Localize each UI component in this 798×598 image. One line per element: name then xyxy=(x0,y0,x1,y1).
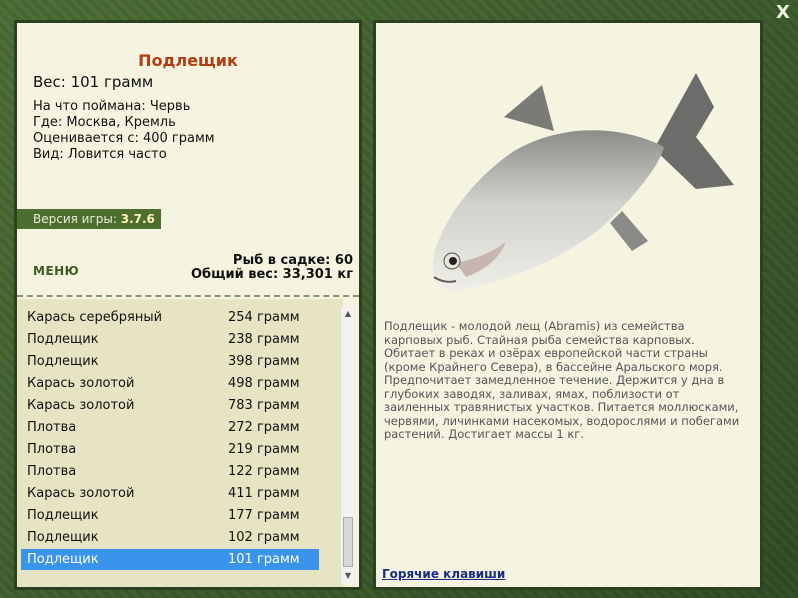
fish-description: Подлещик - молодой лещ (Abramis) из семе… xyxy=(384,319,740,441)
catch-row[interactable]: Плотва 219 грамм xyxy=(21,439,319,460)
version-value: 3.7.6 xyxy=(120,212,155,226)
catch-list: Карась серебряный 254 грамм Подлещик 238 гр… xyxy=(17,299,343,587)
scrollbar[interactable]: ▲ ▼ xyxy=(340,307,355,583)
catch-row[interactable]: Карась золотой 411 грамм xyxy=(21,483,319,504)
catch-name: Карась золотой xyxy=(27,486,135,501)
fish-count: Рыб в садке: 60 xyxy=(232,253,353,268)
scroll-up-icon[interactable]: ▲ xyxy=(341,307,355,321)
version-label: Версия игры: xyxy=(33,212,117,226)
catch-row[interactable]: Карась золотой 498 грамм xyxy=(21,373,319,394)
fish-detail-panel: Подлещик - молодой лещ (Abramis) из семе… xyxy=(373,20,763,590)
hotkeys-link[interactable]: Горячие клавиши xyxy=(382,567,505,581)
fish-kind: Вид: Ловится часто xyxy=(33,147,167,162)
catch-name: Подлещик xyxy=(27,552,99,567)
fish-info: Подлещик Вес: 101 грамм На что поймана: … xyxy=(17,23,359,295)
catch-row[interactable]: Подлещик 398 грамм xyxy=(21,351,319,372)
catch-row[interactable]: Подлещик 102 грамм xyxy=(21,527,319,548)
fish-image xyxy=(432,73,734,291)
fish-place: Где: Москва, Кремль xyxy=(33,115,176,130)
catch-name: Плотва xyxy=(27,420,77,435)
catch-weight: 254 грамм xyxy=(228,310,300,325)
catch-weight: 272 грамм xyxy=(228,420,300,435)
scroll-down-icon[interactable]: ▼ xyxy=(341,569,355,583)
catch-name: Плотва xyxy=(27,442,77,457)
catch-row[interactable]: Плотва 122 грамм xyxy=(21,461,319,482)
close-button[interactable]: X xyxy=(774,4,792,22)
catch-weight: 398 грамм xyxy=(228,354,300,369)
catch-weight: 101 грамм xyxy=(228,552,300,567)
divider xyxy=(17,295,359,297)
version-bar: Версия игры: 3.7.6 xyxy=(17,209,161,229)
catch-weight: 498 грамм xyxy=(228,376,300,391)
fish-bait: На что поймана: Червь xyxy=(33,99,191,114)
menu-button[interactable]: МЕНЮ xyxy=(33,264,79,278)
fish-info-panel: Подлещик Вес: 101 грамм На что поймана: … xyxy=(14,20,362,590)
fish-title: Подлещик xyxy=(138,51,238,70)
catch-name: Карась золотой xyxy=(27,398,135,413)
catch-name: Подлещик xyxy=(27,508,99,523)
catch-weight: 102 грамм xyxy=(228,530,300,545)
catch-row[interactable]: Карась золотой 783 грамм xyxy=(21,395,319,416)
stats: Рыб в садке: 60 Общий вес: 33,301 кг xyxy=(191,254,353,282)
catch-weight: 219 грамм xyxy=(228,442,300,457)
catch-row[interactable]: Подлещик 238 грамм xyxy=(21,329,319,350)
fish-weight: Вес: 101 грамм xyxy=(33,73,154,91)
catch-name: Карась золотой xyxy=(27,376,135,391)
catch-name: Подлещик xyxy=(27,530,99,545)
scroll-thumb[interactable] xyxy=(343,517,353,567)
catch-row[interactable]: Плотва 272 грамм xyxy=(21,417,319,438)
catch-weight: 238 грамм xyxy=(228,332,300,347)
catch-name: Карась серебряный xyxy=(27,310,163,325)
catch-weight: 177 грамм xyxy=(228,508,300,523)
catch-name: Подлещик xyxy=(27,354,99,369)
catch-name: Подлещик xyxy=(27,332,99,347)
catch-row[interactable]: Подлещик 177 грамм xyxy=(21,505,319,526)
catch-weight: 122 грамм xyxy=(228,464,300,479)
catch-weight: 411 грамм xyxy=(228,486,300,501)
catch-row[interactable]: Подлещик 101 грамм xyxy=(21,549,319,570)
catch-name: Плотва xyxy=(27,464,77,479)
fish-price: Оценивается с: 400 грамм xyxy=(33,131,215,146)
catch-weight: 783 грамм xyxy=(228,398,300,413)
catch-row[interactable]: Карась серебряный 254 грамм xyxy=(21,307,319,328)
total-weight: Общий вес: 33,301 кг xyxy=(190,267,353,282)
